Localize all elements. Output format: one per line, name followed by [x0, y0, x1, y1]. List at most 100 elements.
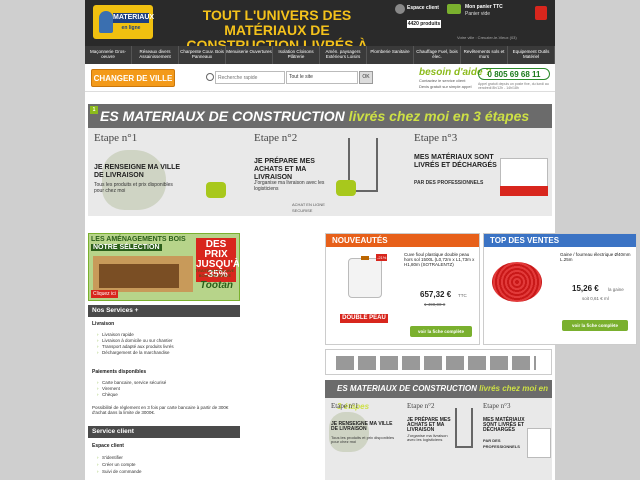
livraison-heading: Livraison [92, 321, 115, 327]
product-thumbnails[interactable] [325, 349, 552, 375]
step-1: Etape n°1 JE RENSEIGNE MA VILLE DE LIVRA… [325, 398, 401, 480]
fuel-tank-image[interactable] [348, 256, 382, 298]
promo-line-2: NOTRE SÉLECTION [91, 244, 162, 251]
step-2-sub: J'organise ma livraison avec les logisti… [407, 433, 448, 442]
service-client-header[interactable]: Service client [88, 426, 240, 438]
old-price: 1 490,00 € [424, 302, 446, 307]
phone-number[interactable]: 0 805 69 68 11 [478, 68, 550, 80]
step-1-label: Etape n°1 [94, 132, 138, 144]
espace-client-heading: Espace client [92, 443, 124, 449]
france-map-icon [102, 150, 166, 210]
client-item[interactable]: Créer un compte [97, 462, 135, 467]
price-unit: la gaine [608, 287, 624, 292]
promo-traite: TRAITÉ AUTOCLAVE BOIS PRÉSERVÉ [195, 268, 235, 278]
cart-widget[interactable]: Mon panier TTC Panier vide [447, 4, 551, 32]
paiements-heading: Paiements disponibles [92, 369, 147, 375]
contact-link[interactable]: Contactez le service client [419, 78, 465, 83]
devis-text: Devis gratuit sur simple appel [419, 84, 472, 89]
truck-icon [527, 428, 551, 458]
espace-client-link[interactable]: Espace client 4420 produits [395, 4, 445, 32]
step-1-main: JE RENSEIGNE MA VILLE DE LIVRAISON [331, 421, 393, 432]
step-1: Etape n°1 JE RENSEIGNE MA VILLE DE LIVRA… [88, 128, 248, 216]
step-1-sub: Tous les produits et prix disponibles po… [331, 435, 395, 444]
livraison-item[interactable]: Livraison rapide [97, 332, 134, 337]
changer-ville-button[interactable]: CHANGER DE VILLE [91, 69, 175, 87]
step-3-main: MES MATÉRIAUX SONT LIVRÉS ET DÉCHARGÉS [414, 154, 497, 169]
cart-trolley-icon [455, 408, 473, 448]
nav-item-menuiserie[interactable]: Menuiserie Ouvertures [226, 46, 273, 64]
search-ok-button[interactable]: OK [359, 71, 373, 84]
step-2: Etape n°2 JE PRÉPARE MES ACHATS ET MA LI… [248, 128, 408, 216]
left-column: LES AMÉNAGEMENTS BOIS NOTRE SÉLECTION DE… [88, 233, 322, 480]
nav-item-equipement[interactable]: Equipement Outils Matériel [508, 46, 555, 64]
top-ventes-card: TOP DES VENTES Gaine / fourreau électriq… [483, 233, 637, 345]
step-2-label: Etape n°2 [254, 132, 298, 144]
logo-mascot-icon [99, 11, 113, 33]
paiement-note: Possibilité de règlement en 3 fois par c… [92, 405, 229, 415]
arrow-icon [206, 182, 226, 198]
product-price: 657,32 € [420, 290, 452, 299]
cart-icon [447, 4, 461, 14]
view-product-button[interactable]: voir la fiche complète [410, 326, 472, 337]
product-price: 15,26 € [572, 284, 599, 293]
step-2-main: JE PRÉPARE MES ACHATS ET MA LIVRAISON [254, 158, 315, 181]
nav-item-chauffage[interactable]: Chauffage Fuel, bois élec. [414, 46, 461, 64]
conduit-image[interactable] [492, 262, 542, 302]
logo-text: MATERIAUX [113, 13, 155, 23]
user-icon [395, 4, 405, 14]
services-header[interactable]: Nos Services + [88, 305, 240, 317]
livraison-item[interactable]: Livraison à domicile ou sur chantier [97, 338, 173, 343]
phone-note: Appel gratuit depuis un poste fixe, du l… [478, 82, 549, 90]
paiement-item[interactable]: Carte bancaire, service sécurisé [97, 380, 166, 385]
nav-item-maconnerie[interactable]: Maçonnerie Gros-oeuvre [85, 46, 132, 64]
nav-item-plomberie[interactable]: Plomberie Sanitaire [367, 46, 414, 64]
step-2-main: JE PRÉPARE MES ACHATS ET MA LIVRAISON [407, 417, 451, 433]
bag-icon [535, 6, 547, 20]
header: MATERIAUX en ligne TOUT L'UNIVERS DES MA… [85, 0, 555, 68]
steps-banner-small[interactable]: ES MATERIAUX DE CONSTRUCTION livrés chez… [325, 380, 552, 480]
steps-banner[interactable]: 1 ES MATERIAUX DE CONSTRUCTION livrés ch… [88, 104, 552, 216]
banner-heading-a: ES MATERIAUX DE CONSTRUCTION [337, 384, 477, 393]
discount-badge: -21% [376, 254, 388, 261]
arrow-icon [336, 180, 356, 196]
paiement-item[interactable]: Virement [97, 386, 120, 391]
livraison-item[interactable]: Déchargement de la marchandise [97, 350, 170, 355]
step-2-sub: J'organise ma livraison avec les logisti… [254, 180, 325, 192]
cart-status: Panier vide [465, 11, 491, 17]
banner-number: 1 [90, 106, 98, 114]
site-logo[interactable]: MATERIAUX en ligne [93, 5, 155, 39]
main-nav: Maçonnerie Gros-oeuvre Réseaux divers As… [85, 46, 555, 64]
nav-item-amenagements[interactable]: Amén. paysagers Extérieurs Loisirs [320, 46, 367, 64]
product-name[interactable]: Gaine / fourreau électrique Ø40mm L.25m [560, 252, 634, 262]
slogan-line-1: TOUT L'UNIVERS DES MATÉRIAUX DE [202, 7, 352, 38]
price-unit: TTC [458, 293, 467, 298]
nav-item-isolation[interactable]: Isolation Cloisons Plâtrerie [273, 46, 320, 64]
thumbnail-strip [336, 356, 536, 370]
step-2-label: Etape n°2 [407, 402, 435, 410]
livraison-item[interactable]: Transport adapté aux produits livrés [97, 344, 174, 349]
nav-item-reseaux[interactable]: Réseaux divers Assainissement [132, 46, 179, 64]
step-3: Etape n°3 MES MATÉRIAUX SONT LIVRÉS ET D… [477, 398, 552, 480]
step-3: Etape n°3 MES MATÉRIAUX SONT LIVRÉS ET D… [408, 128, 552, 216]
client-item[interactable]: S'identifier [97, 455, 123, 460]
nav-item-charpente[interactable]: Charpente Couv. Bois Panneaux [179, 46, 226, 64]
step-1-sub: Tous les produits et prix disponibles po… [94, 182, 173, 194]
page-frame: MATERIAUX en ligne TOUT L'UNIVERS DES MA… [85, 0, 637, 480]
tank-lid-icon [361, 256, 369, 260]
search-bar: CHANGER DE VILLE Tout le site OK besoin … [85, 64, 555, 92]
promo-cta[interactable]: Cliquez ici [91, 290, 118, 298]
nav-item-revetements[interactable]: Revêtements sols et murs [461, 46, 508, 64]
search-icon [206, 73, 214, 81]
promo-line-1: LES AMÉNAGEMENTS BOIS [91, 236, 186, 243]
view-product-button[interactable]: voir la fiche complète [562, 320, 628, 331]
wood-shed-image [99, 264, 179, 288]
search-input[interactable] [215, 71, 285, 84]
client-item[interactable]: Suivi de commande [97, 469, 141, 474]
product-name[interactable]: Cuve fioul plastique double peau hors so… [404, 252, 478, 267]
price-per-meter: soit 0,61 € ml [582, 296, 609, 301]
top-ventes-header: TOP DES VENTES [484, 234, 636, 247]
paiement-item[interactable]: Chèque [97, 392, 118, 397]
banner-heading-a: ES MATERIAUX DE CONSTRUCTION [100, 108, 345, 124]
search-scope-select[interactable]: Tout le site [286, 71, 358, 84]
promo-banner[interactable]: LES AMÉNAGEMENTS BOIS NOTRE SÉLECTION DE… [88, 233, 240, 301]
